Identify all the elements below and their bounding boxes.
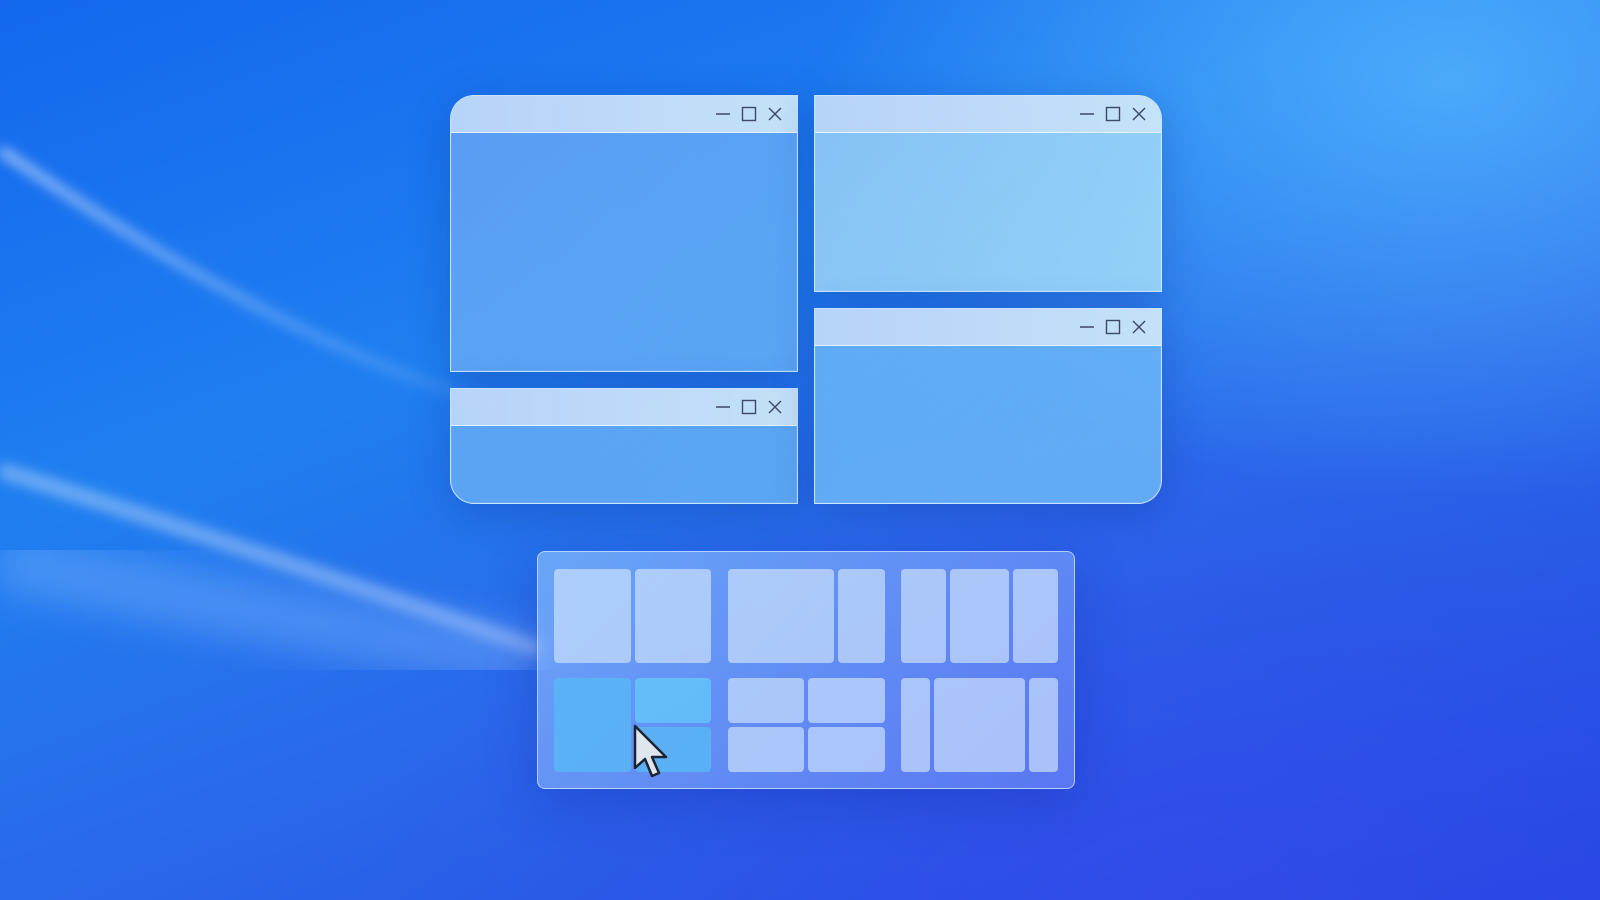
window-titlebar[interactable] (451, 96, 797, 133)
snap-zone-bottom-right[interactable] (635, 727, 711, 772)
snap-layout-wide-center-columns[interactable] (901, 678, 1058, 772)
window-titlebar[interactable] (815, 309, 1161, 346)
minimize-icon[interactable] (713, 397, 733, 417)
desktop-background (0, 0, 1600, 900)
snapped-window-top-right[interactable] (814, 95, 1162, 292)
window-content (815, 346, 1161, 503)
snap-layout-two-thirds-one-third[interactable] (728, 569, 885, 663)
snapped-window-bottom-right[interactable] (814, 308, 1162, 504)
window-content (451, 426, 797, 503)
close-icon[interactable] (1129, 104, 1149, 124)
snap-zone-left[interactable] (901, 569, 946, 663)
window-content (451, 133, 797, 371)
window-titlebar[interactable] (451, 389, 797, 426)
snap-zone-left[interactable] (728, 569, 834, 663)
snap-layout-halves[interactable] (554, 569, 711, 663)
snap-zone-right[interactable] (838, 569, 885, 663)
snap-layout-half-and-quarters[interactable] (554, 678, 711, 772)
window-content (815, 133, 1161, 291)
snapped-window-top-left[interactable] (450, 95, 798, 372)
snap-zone-right[interactable] (635, 569, 711, 663)
snap-zone-center[interactable] (934, 678, 1025, 772)
snap-layout-three-columns[interactable] (901, 569, 1058, 663)
close-icon[interactable] (1129, 317, 1149, 337)
maximize-icon[interactable] (739, 397, 759, 417)
snap-zone-right[interactable] (1013, 569, 1058, 663)
snap-layouts-flyout (537, 551, 1075, 789)
maximize-icon[interactable] (739, 104, 759, 124)
maximize-icon[interactable] (1103, 317, 1123, 337)
snap-zone-left[interactable] (554, 569, 631, 663)
minimize-icon[interactable] (1077, 317, 1097, 337)
snap-zone-top-left[interactable] (728, 678, 804, 723)
window-titlebar[interactable] (815, 96, 1161, 133)
minimize-icon[interactable] (713, 104, 733, 124)
snap-zone-top-right-highlighted[interactable] (635, 678, 711, 723)
snap-layout-four-quadrants[interactable] (728, 678, 885, 772)
snap-zone-center[interactable] (950, 569, 1009, 663)
snap-zone-bottom-left[interactable] (728, 727, 804, 772)
snap-zone-bottom-right[interactable] (808, 727, 885, 772)
close-icon[interactable] (765, 104, 785, 124)
snap-zone-right[interactable] (1029, 678, 1058, 772)
snap-zone-top-right[interactable] (808, 678, 885, 723)
close-icon[interactable] (765, 397, 785, 417)
snap-zone-left[interactable] (554, 678, 631, 772)
snap-zone-left[interactable] (901, 678, 930, 772)
snapped-window-bottom-left[interactable] (450, 388, 798, 504)
minimize-icon[interactable] (1077, 104, 1097, 124)
maximize-icon[interactable] (1103, 104, 1123, 124)
